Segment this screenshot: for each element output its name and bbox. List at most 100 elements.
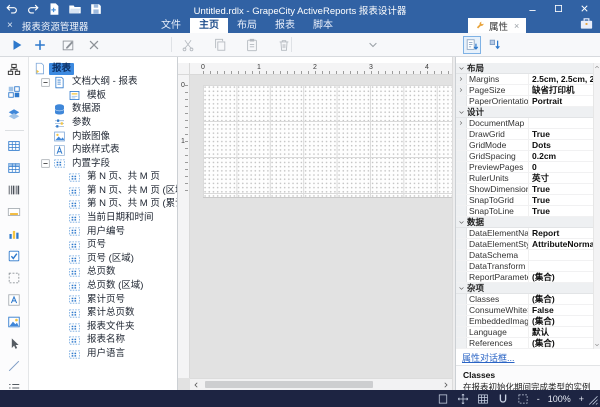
property-row-gridspacing[interactable]: GridSpacing0.2cm	[456, 151, 593, 162]
property-row-gridmode[interactable]: GridModeDots	[456, 140, 593, 151]
property-row-dataschema[interactable]: DataSchema	[456, 250, 593, 261]
design-canvas[interactable]: 01234 01	[178, 57, 452, 390]
tree-item-total-pages[interactable]: 总页数	[29, 266, 177, 280]
container-icon[interactable]	[7, 271, 21, 285]
tree-item-user-id[interactable]: 用户编号	[29, 225, 177, 239]
chart-icon[interactable]	[7, 227, 21, 241]
group-editor-icon[interactable]	[7, 85, 21, 99]
pan-icon[interactable]	[457, 393, 469, 405]
property-row-references[interactable]: References(集合)	[456, 338, 593, 349]
property-row-datatransform[interactable]: DataTransform	[456, 261, 593, 272]
chevron-up-icon[interactable]	[594, 64, 600, 70]
property-row-consumewhitespace[interactable]: ConsumeWhiteSpaceFalse	[456, 305, 593, 316]
tree-item-current-datetime[interactable]: 当前日期和时间	[29, 212, 177, 226]
tree-item-built-in-fields[interactable]: 内置字段	[29, 157, 177, 171]
properties-tab-close-icon[interactable]: ×	[514, 21, 519, 31]
tree-item-cumulative-page-number[interactable]: 累计页号	[29, 293, 177, 307]
tree-item-embedded-stylesheets[interactable]: 内嵌样式表	[29, 144, 177, 158]
tree-item-total-pages-section[interactable]: 总页数 (区域)	[29, 280, 177, 294]
hierarchy-icon[interactable]	[7, 63, 21, 77]
cut-icon[interactable]	[181, 38, 195, 52]
new-file-icon[interactable]	[47, 2, 61, 16]
tree-item-embedded-images[interactable]: 内嵌图像	[29, 130, 177, 144]
minimize-button[interactable]	[519, 0, 545, 16]
property-dialog-link[interactable]: 属性对话框...	[462, 351, 515, 364]
formatted-text-icon[interactable]	[7, 293, 21, 307]
barcode-icon[interactable]	[7, 183, 21, 197]
save-icon[interactable]	[89, 2, 103, 16]
property-row-showdimension[interactable]: ShowDimensionTrue	[456, 184, 593, 195]
tree-item-cumulative-total-pages[interactable]: 累计总页数	[29, 307, 177, 321]
preview-play-icon[interactable]	[10, 38, 24, 52]
tab-home[interactable]: 主页	[190, 18, 228, 33]
property-row-dataelementstyle[interactable]: DataElementStyleAttributeNormal	[456, 239, 593, 250]
tree-item-page-n-of-m-cumulative[interactable]: 第 N 页、共 M 页 (累计)	[29, 198, 177, 212]
report-page-grid[interactable]	[203, 85, 452, 198]
chevron-down-icon[interactable]	[594, 342, 600, 348]
delete-x-icon[interactable]	[87, 38, 101, 52]
zoom-out-button[interactable]: -	[537, 394, 540, 404]
tree-item-page-n-of-m-section[interactable]: 第 N 页、共 M 页 (区域)	[29, 184, 177, 198]
sort-order-button[interactable]	[486, 36, 504, 54]
tree-item-report[interactable]: 报表	[29, 62, 177, 76]
property-row-documentmap[interactable]: DocumentMap	[456, 118, 593, 129]
table-icon[interactable]	[7, 139, 21, 153]
properties-scrollbar[interactable]	[593, 63, 600, 349]
snap-magnet-icon[interactable]	[497, 393, 509, 405]
property-row-rulerunits[interactable]: RulerUnits英寸	[456, 173, 593, 184]
tree-item-document-outline[interactable]: 文档大纲 - 报表	[29, 76, 177, 90]
tree-item-page-number[interactable]: 页号	[29, 239, 177, 253]
tab-layout[interactable]: 布局	[228, 18, 266, 33]
tablix-icon[interactable]	[7, 161, 21, 175]
grid-toggle-icon[interactable]	[477, 393, 489, 405]
left-panel-close-icon[interactable]: ×	[7, 18, 13, 33]
style-dropdown[interactable]	[367, 39, 379, 51]
tree-item-page-n-of-m[interactable]: 第 N 页、共 M 页	[29, 171, 177, 185]
checkbox-icon[interactable]	[7, 249, 21, 263]
property-row-embeddedimages[interactable]: EmbeddedImages(集合)	[456, 316, 593, 327]
edit-icon[interactable]	[61, 38, 75, 52]
property-row-previewpages[interactable]: PreviewPages0	[456, 162, 593, 173]
undo-icon[interactable]	[5, 2, 19, 16]
expander-minus-icon[interactable]	[40, 77, 51, 88]
redo-icon[interactable]	[26, 2, 40, 16]
tree-item-report-name[interactable]: 报表名称	[29, 334, 177, 348]
layers-icon[interactable]	[7, 107, 21, 121]
tree-item-report-folder[interactable]: 报表文件夹	[29, 320, 177, 334]
property-row-classes[interactable]: Classes(集合)	[456, 294, 593, 305]
categorized-view-button[interactable]	[463, 36, 481, 54]
add-icon[interactable]	[33, 38, 47, 52]
property-row-language[interactable]: Language默认	[456, 327, 593, 338]
page-outline-icon[interactable]	[437, 393, 449, 405]
tab-report[interactable]: 报表	[266, 18, 304, 33]
property-row-margins[interactable]: Margins2.5cm, 2.5cm, 2.5cm, 2.5cm	[456, 74, 593, 85]
expand-chevron-icon[interactable]	[456, 118, 467, 128]
tree-item-data-sources[interactable]: 数据源	[29, 103, 177, 117]
tree-item-user-language[interactable]: 用户语言	[29, 347, 177, 361]
selection-mode-icon[interactable]	[517, 393, 529, 405]
scroll-left-icon[interactable]	[192, 381, 200, 389]
property-group-header[interactable]: 杂项	[456, 283, 593, 294]
scrollbar-thumb[interactable]	[205, 381, 373, 388]
trash-icon[interactable]	[277, 38, 291, 52]
property-row-dataelementname[interactable]: DataElementNameReport	[456, 228, 593, 239]
textbox-icon[interactable]	[7, 205, 21, 219]
maximize-button[interactable]	[545, 0, 571, 16]
tree-item-page-number-section[interactable]: 页号 (区域)	[29, 252, 177, 266]
property-group-header[interactable]: 设计	[456, 107, 593, 118]
horizontal-scrollbar[interactable]	[190, 378, 452, 390]
property-row-pagesize[interactable]: PageSize缺省打印机	[456, 85, 593, 96]
property-row-drawgrid[interactable]: DrawGridTrue	[456, 129, 593, 140]
tree-item-parameters[interactable]: 参数	[29, 116, 177, 130]
copy-icon[interactable]	[213, 38, 227, 52]
line-icon[interactable]	[7, 359, 21, 373]
tab-script[interactable]: 脚本	[304, 18, 342, 33]
image-icon[interactable]	[7, 315, 21, 329]
paste-icon[interactable]	[245, 38, 259, 52]
tab-properties[interactable]: 属性 ×	[468, 18, 526, 33]
expand-chevron-icon[interactable]	[456, 74, 467, 84]
expander-minus-icon[interactable]	[40, 158, 51, 169]
tree-item-template[interactable]: 模板	[29, 89, 177, 103]
toolbox-icon[interactable]	[579, 16, 594, 31]
property-group-header[interactable]: 布局	[456, 63, 593, 74]
